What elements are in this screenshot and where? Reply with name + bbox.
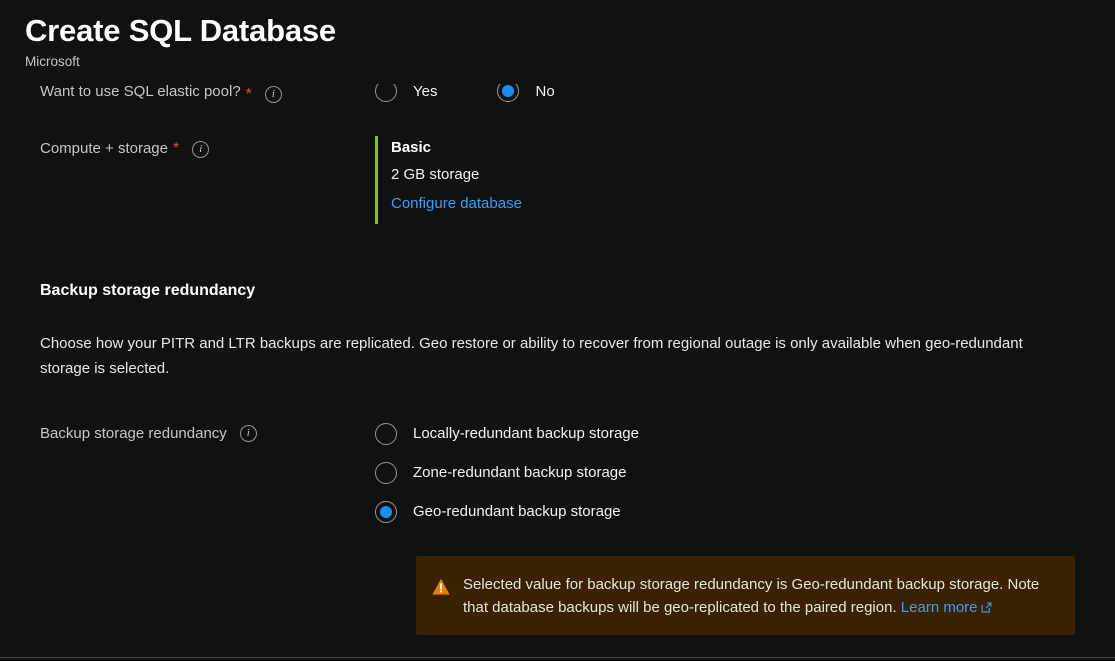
label-elastic-pool-text: Want to use SQL elastic pool? xyxy=(40,84,241,100)
page-title: Create SQL Database xyxy=(25,13,336,48)
label-compute-storage-text: Compute + storage xyxy=(40,140,168,157)
radio-option-zone-redundant[interactable]: Zone-redundant backup storage xyxy=(375,453,1115,492)
label-backup-redundancy-text: Backup storage redundancy xyxy=(40,424,227,442)
configure-database-link[interactable]: Configure database xyxy=(391,189,522,218)
radio-option-elastic-pool-yes[interactable]: Yes xyxy=(375,84,437,106)
field-row-elastic-pool: Want to use SQL elastic pool? * i Yes No xyxy=(0,84,1115,106)
warning-triangle-icon xyxy=(432,578,450,595)
radio-label-yes: Yes xyxy=(413,84,438,100)
required-asterisk: * xyxy=(245,86,252,103)
radio-mark-selected[interactable] xyxy=(497,84,520,102)
radio-option-geo-redundant[interactable]: Geo-redundant backup storage xyxy=(375,492,1115,531)
label-compute-storage: Compute + storage * i xyxy=(0,136,375,160)
radio-option-locally-redundant[interactable]: Locally-redundant backup storage xyxy=(375,414,1115,453)
compute-tier-name: Basic xyxy=(391,139,432,156)
radio-mark-unselected[interactable] xyxy=(375,422,397,445)
page-publisher: Microsoft xyxy=(25,54,80,69)
elastic-pool-radio-group[interactable]: Yes No xyxy=(375,84,1115,106)
section-description-backup-redundancy: Choose how your PITR and LTR backups are… xyxy=(40,335,1023,377)
info-icon[interactable]: i xyxy=(264,86,282,103)
page-header: Create SQL Database Microsoft xyxy=(0,0,1115,84)
learn-more-link[interactable]: Learn more xyxy=(901,599,978,616)
compute-storage-size: 2 GB storage xyxy=(391,166,480,183)
label-elastic-pool: Want to use SQL elastic pool? * i xyxy=(0,84,375,106)
backup-redundancy-radio-group[interactable]: Locally-redundant backup storage Zone-re… xyxy=(375,414,1115,531)
label-backup-redundancy: Backup storage redundancy i xyxy=(0,414,375,453)
radio-label-locally-redundant: Locally-redundant backup storage xyxy=(413,425,639,442)
radio-label-geo-redundant: Geo-redundant backup storage xyxy=(413,503,621,520)
bottom-divider xyxy=(0,657,1115,658)
radio-mark-selected[interactable] xyxy=(375,500,397,523)
section-heading-backup-redundancy: Backup storage redundancy xyxy=(40,282,256,299)
external-link-icon[interactable] xyxy=(981,602,992,613)
info-icon[interactable]: i xyxy=(192,140,210,158)
compute-tier-card: Basic 2 GB storage Configure database xyxy=(375,136,1115,224)
radio-label-zone-redundant: Zone-redundant backup storage xyxy=(413,464,627,481)
radio-option-elastic-pool-no[interactable]: No xyxy=(497,84,555,106)
radio-mark-unselected[interactable] xyxy=(375,461,397,484)
radio-label-no: No xyxy=(535,84,555,100)
required-asterisk: * xyxy=(173,140,180,157)
info-icon[interactable]: i xyxy=(239,425,257,442)
compute-storage-summary: Basic 2 GB storage Configure database xyxy=(375,136,1115,224)
warning-banner: Selected value for backup storage redund… xyxy=(416,556,1075,635)
field-row-backup-redundancy: Backup storage redundancy i Locally-redu… xyxy=(0,414,1115,531)
radio-mark-unselected[interactable] xyxy=(375,84,397,102)
warning-text-block: Selected value for backup storage redund… xyxy=(463,574,1055,619)
field-row-compute-storage: Compute + storage * i Basic 2 GB storage… xyxy=(0,136,1115,224)
